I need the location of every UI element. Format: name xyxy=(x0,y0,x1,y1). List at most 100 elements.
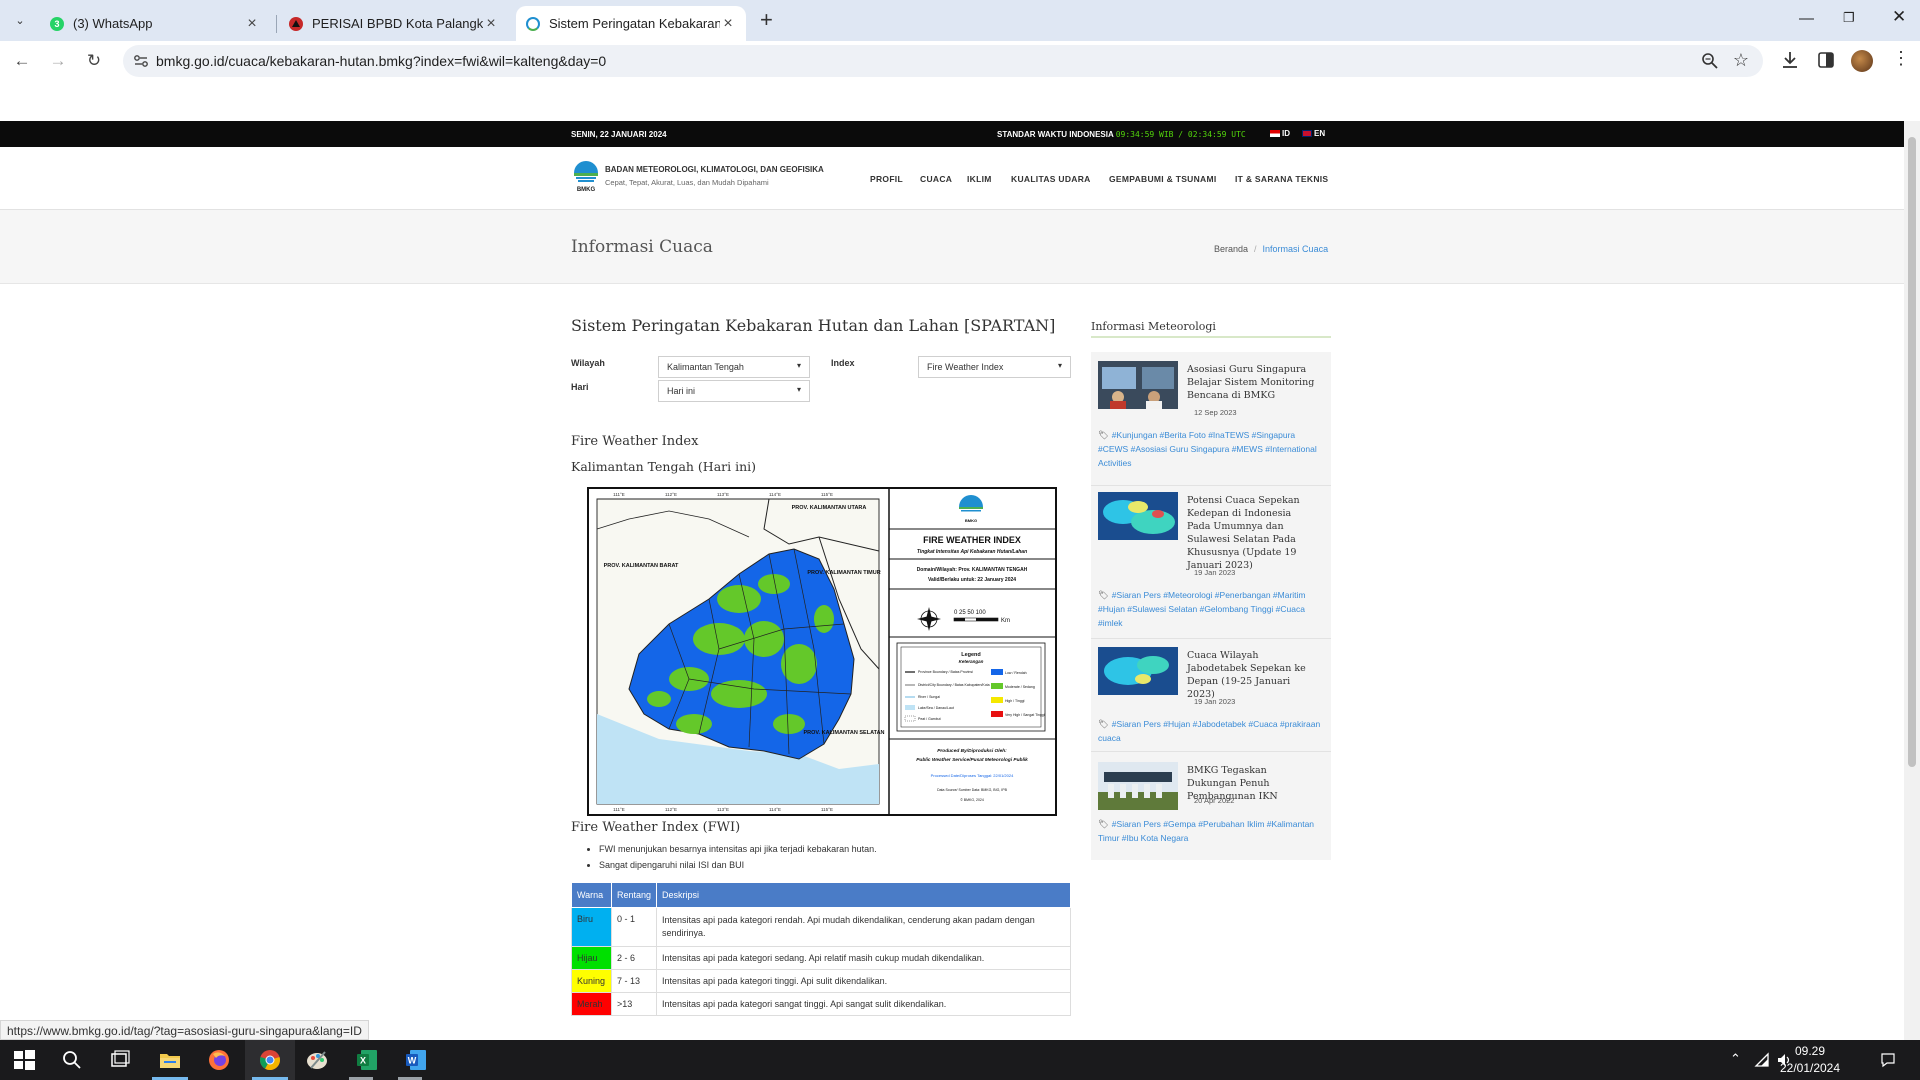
file-explorer-icon[interactable] xyxy=(158,1048,182,1072)
label-kalsel: PROV. KALIMANTAN SELATAN xyxy=(803,730,884,736)
svg-text:Produced By/Diproduksi Oleh:: Produced By/Diproduksi Oleh: xyxy=(937,748,1007,754)
new-tab-button[interactable]: + xyxy=(760,9,773,31)
windows-start-icon[interactable] xyxy=(12,1048,36,1072)
word-icon[interactable]: W xyxy=(404,1048,428,1072)
zoom-icon[interactable] xyxy=(1701,52,1719,70)
url-text[interactable]: bmkg.go.id/cuaca/kebakaran-hutan.bmkg?in… xyxy=(156,53,606,69)
svg-text:Km: Km xyxy=(1001,618,1010,624)
tab-perisai[interactable]: PERISAI BPBD Kota Palangka Ra × xyxy=(279,6,509,41)
news-tags: 🏷 #Siaran Pers #Hujan #Jabodetabek #Cuaca… xyxy=(1098,717,1324,745)
reload-button[interactable]: ↻ xyxy=(82,49,106,73)
close-icon[interactable]: × xyxy=(244,15,260,33)
arrow-left-icon: ← xyxy=(13,51,31,70)
svg-text:Public Weather Service/Pusat M: Public Weather Service/Pusat Meteorologi… xyxy=(916,757,1028,763)
taskbar-clock-date[interactable]: 22/01/2024 xyxy=(1770,1061,1850,1075)
scrollbar-thumb[interactable] xyxy=(1908,137,1916,767)
sidebar-title: Informasi Meteorologi xyxy=(1091,320,1216,333)
news-headline[interactable]: Asosiasi Guru Singapura Belajar Sistem M… xyxy=(1187,363,1317,402)
nav-iklim[interactable]: IKLIM xyxy=(967,174,992,184)
tag-icon: 🏷 xyxy=(1098,819,1109,829)
minimize-button[interactable]: — xyxy=(1799,10,1814,27)
news-tags-text[interactable]: #Siaran Pers #Gempa #Perubahan Iklim #Ka… xyxy=(1098,819,1314,843)
paint-app-icon[interactable] xyxy=(305,1048,329,1072)
news-tags-text[interactable]: #Siaran Pers #Meteorologi #Penerbangan #… xyxy=(1098,590,1306,628)
tab-title: Sistem Peringatan Kebakaran H xyxy=(549,16,720,31)
svg-text:Very High / Sangat Tinggi: Very High / Sangat Tinggi xyxy=(1005,713,1045,717)
index-select[interactable]: Fire Weather Index ▾ xyxy=(918,356,1071,378)
tag-icon: 🏷 xyxy=(1098,430,1109,440)
description-cell: Intensitas api pada kategori sangat ting… xyxy=(656,992,1071,1016)
svg-text:BMKG: BMKG xyxy=(965,518,977,523)
address-bar[interactable]: bmkg.go.id/cuaca/kebakaran-hutan.bmkg?in… xyxy=(123,45,1763,77)
bookmark-star-icon[interactable]: ☆ xyxy=(1733,50,1749,71)
more-menu-icon[interactable]: ⋮ xyxy=(1892,48,1910,69)
forward-button[interactable]: → xyxy=(46,49,70,73)
close-window-button[interactable]: ✕ xyxy=(1892,7,1906,27)
news-item[interactable]: Potensi Cuaca Sepekan Kedepan di Indones… xyxy=(1091,492,1331,642)
section-heading: Sistem Peringatan Kebakaran Hutan dan La… xyxy=(571,316,1056,335)
lang-id-link[interactable]: ID xyxy=(1270,129,1290,138)
close-icon[interactable]: × xyxy=(483,15,499,33)
task-view-icon[interactable] xyxy=(108,1048,132,1072)
svg-text:Moderate / Sedang: Moderate / Sedang xyxy=(1005,685,1035,689)
news-item[interactable]: Cuaca Wilayah Jabodetabek Sepekan ke Dep… xyxy=(1091,647,1331,752)
news-date: 12 Sep 2023 xyxy=(1194,408,1237,417)
notification-icon[interactable] xyxy=(1880,1052,1896,1068)
page-scrollbar[interactable] xyxy=(1904,121,1920,1040)
restore-button[interactable]: ❐ xyxy=(1843,10,1855,26)
side-panel-icon[interactable] xyxy=(1816,50,1836,70)
svg-text:Domain/Wilayah: Prov. KALIMANT: Domain/Wilayah: Prov. KALIMANTAN TENGAH xyxy=(917,567,1028,573)
windows-taskbar: X W ⌃ 09.29 22/01/2024 xyxy=(0,1040,1920,1080)
news-headline[interactable]: Potensi Cuaca Sepekan Kedepan di Indones… xyxy=(1187,494,1317,572)
news-headline[interactable]: Cuaca Wilayah Jabodetabek Sepekan ke Dep… xyxy=(1187,649,1317,701)
tray-chevron-up-icon[interactable]: ⌃ xyxy=(1730,1051,1741,1067)
news-item[interactable]: BMKG Tegaskan Dukungan Penuh Pembangunan… xyxy=(1098,762,1324,852)
nav-gempabumi-tsunami[interactable]: GEMPABUMI & TSUNAMI xyxy=(1109,174,1217,184)
flag-indonesia-icon xyxy=(1270,130,1280,137)
bpbd-icon xyxy=(289,16,303,31)
tab-spartan[interactable]: Sistem Peringatan Kebakaran H × xyxy=(516,6,746,41)
profile-avatar[interactable] xyxy=(1851,50,1873,72)
back-button[interactable]: ← xyxy=(10,49,34,73)
wifi-icon[interactable] xyxy=(1754,1052,1770,1068)
nav-kualitas-udara[interactable]: KUALITAS UDARA xyxy=(1011,174,1091,184)
svg-text:Keterangan: Keterangan xyxy=(959,659,984,664)
tab-search-button[interactable]: ⌄ xyxy=(9,9,31,31)
news-tags-text[interactable]: #Siaran Pers #Hujan #Jabodetabek #Cuaca … xyxy=(1098,719,1320,743)
taskbar-clock-time[interactable]: 09.29 xyxy=(1780,1044,1840,1058)
download-icon[interactable] xyxy=(1780,50,1800,70)
tab-whatsapp[interactable]: 3 (3) WhatsApp × xyxy=(40,6,270,41)
chrome-icon[interactable] xyxy=(258,1048,282,1072)
search-icon[interactable] xyxy=(60,1048,84,1072)
lang-en-link[interactable]: EN xyxy=(1302,129,1325,138)
news-thumbnail[interactable] xyxy=(1098,492,1178,540)
hari-select[interactable]: Hari ini ▾ xyxy=(658,380,810,402)
excel-icon[interactable]: X xyxy=(355,1048,379,1072)
site-settings-icon[interactable] xyxy=(133,53,149,69)
news-tags-text[interactable]: #Kunjungan #Berita Foto #InaTEWS #Singap… xyxy=(1098,430,1317,468)
news-item[interactable]: Asosiasi Guru Singapura Belajar Sistem M… xyxy=(1091,361,1331,486)
news-thumbnail[interactable] xyxy=(1098,647,1178,695)
fwi-map[interactable]: PROV. KALIMANTAN BARAT PROV. KALIMANTAN … xyxy=(587,487,1057,816)
news-thumbnail[interactable] xyxy=(1098,361,1178,409)
close-icon[interactable]: × xyxy=(720,15,736,33)
description-cell: Intensitas api pada kategori rendah. Api… xyxy=(656,907,1071,947)
tab-title: PERISAI BPBD Kota Palangka Ra xyxy=(312,16,483,31)
nav-profil[interactable]: PROFIL xyxy=(870,174,903,184)
tag-icon: 🏷 xyxy=(1098,719,1109,729)
wilayah-select[interactable]: Kalimantan Tengah ▾ xyxy=(658,356,810,378)
breadcrumb-home[interactable]: Beranda xyxy=(1214,244,1248,254)
sidebar-title-underline xyxy=(1091,336,1331,338)
nav-cuaca[interactable]: CUACA xyxy=(920,174,952,184)
nav-it-sarana-teknis[interactable]: IT & SARANA TEKNIS xyxy=(1235,174,1328,184)
caret-down-icon: ▾ xyxy=(796,361,801,370)
tag-icon: 🏷 xyxy=(1098,590,1109,600)
flag-uk-icon xyxy=(1302,130,1312,137)
firefox-icon[interactable] xyxy=(207,1048,231,1072)
divider xyxy=(1091,751,1331,752)
column-header-rentang: Rentang xyxy=(610,882,658,908)
bmkg-logo-icon[interactable]: BMKG xyxy=(571,155,601,193)
svg-text:Legend: Legend xyxy=(961,652,981,658)
news-thumbnail[interactable] xyxy=(1098,762,1178,810)
label-kalut: PROV. KALIMANTAN UTARA xyxy=(792,505,867,511)
